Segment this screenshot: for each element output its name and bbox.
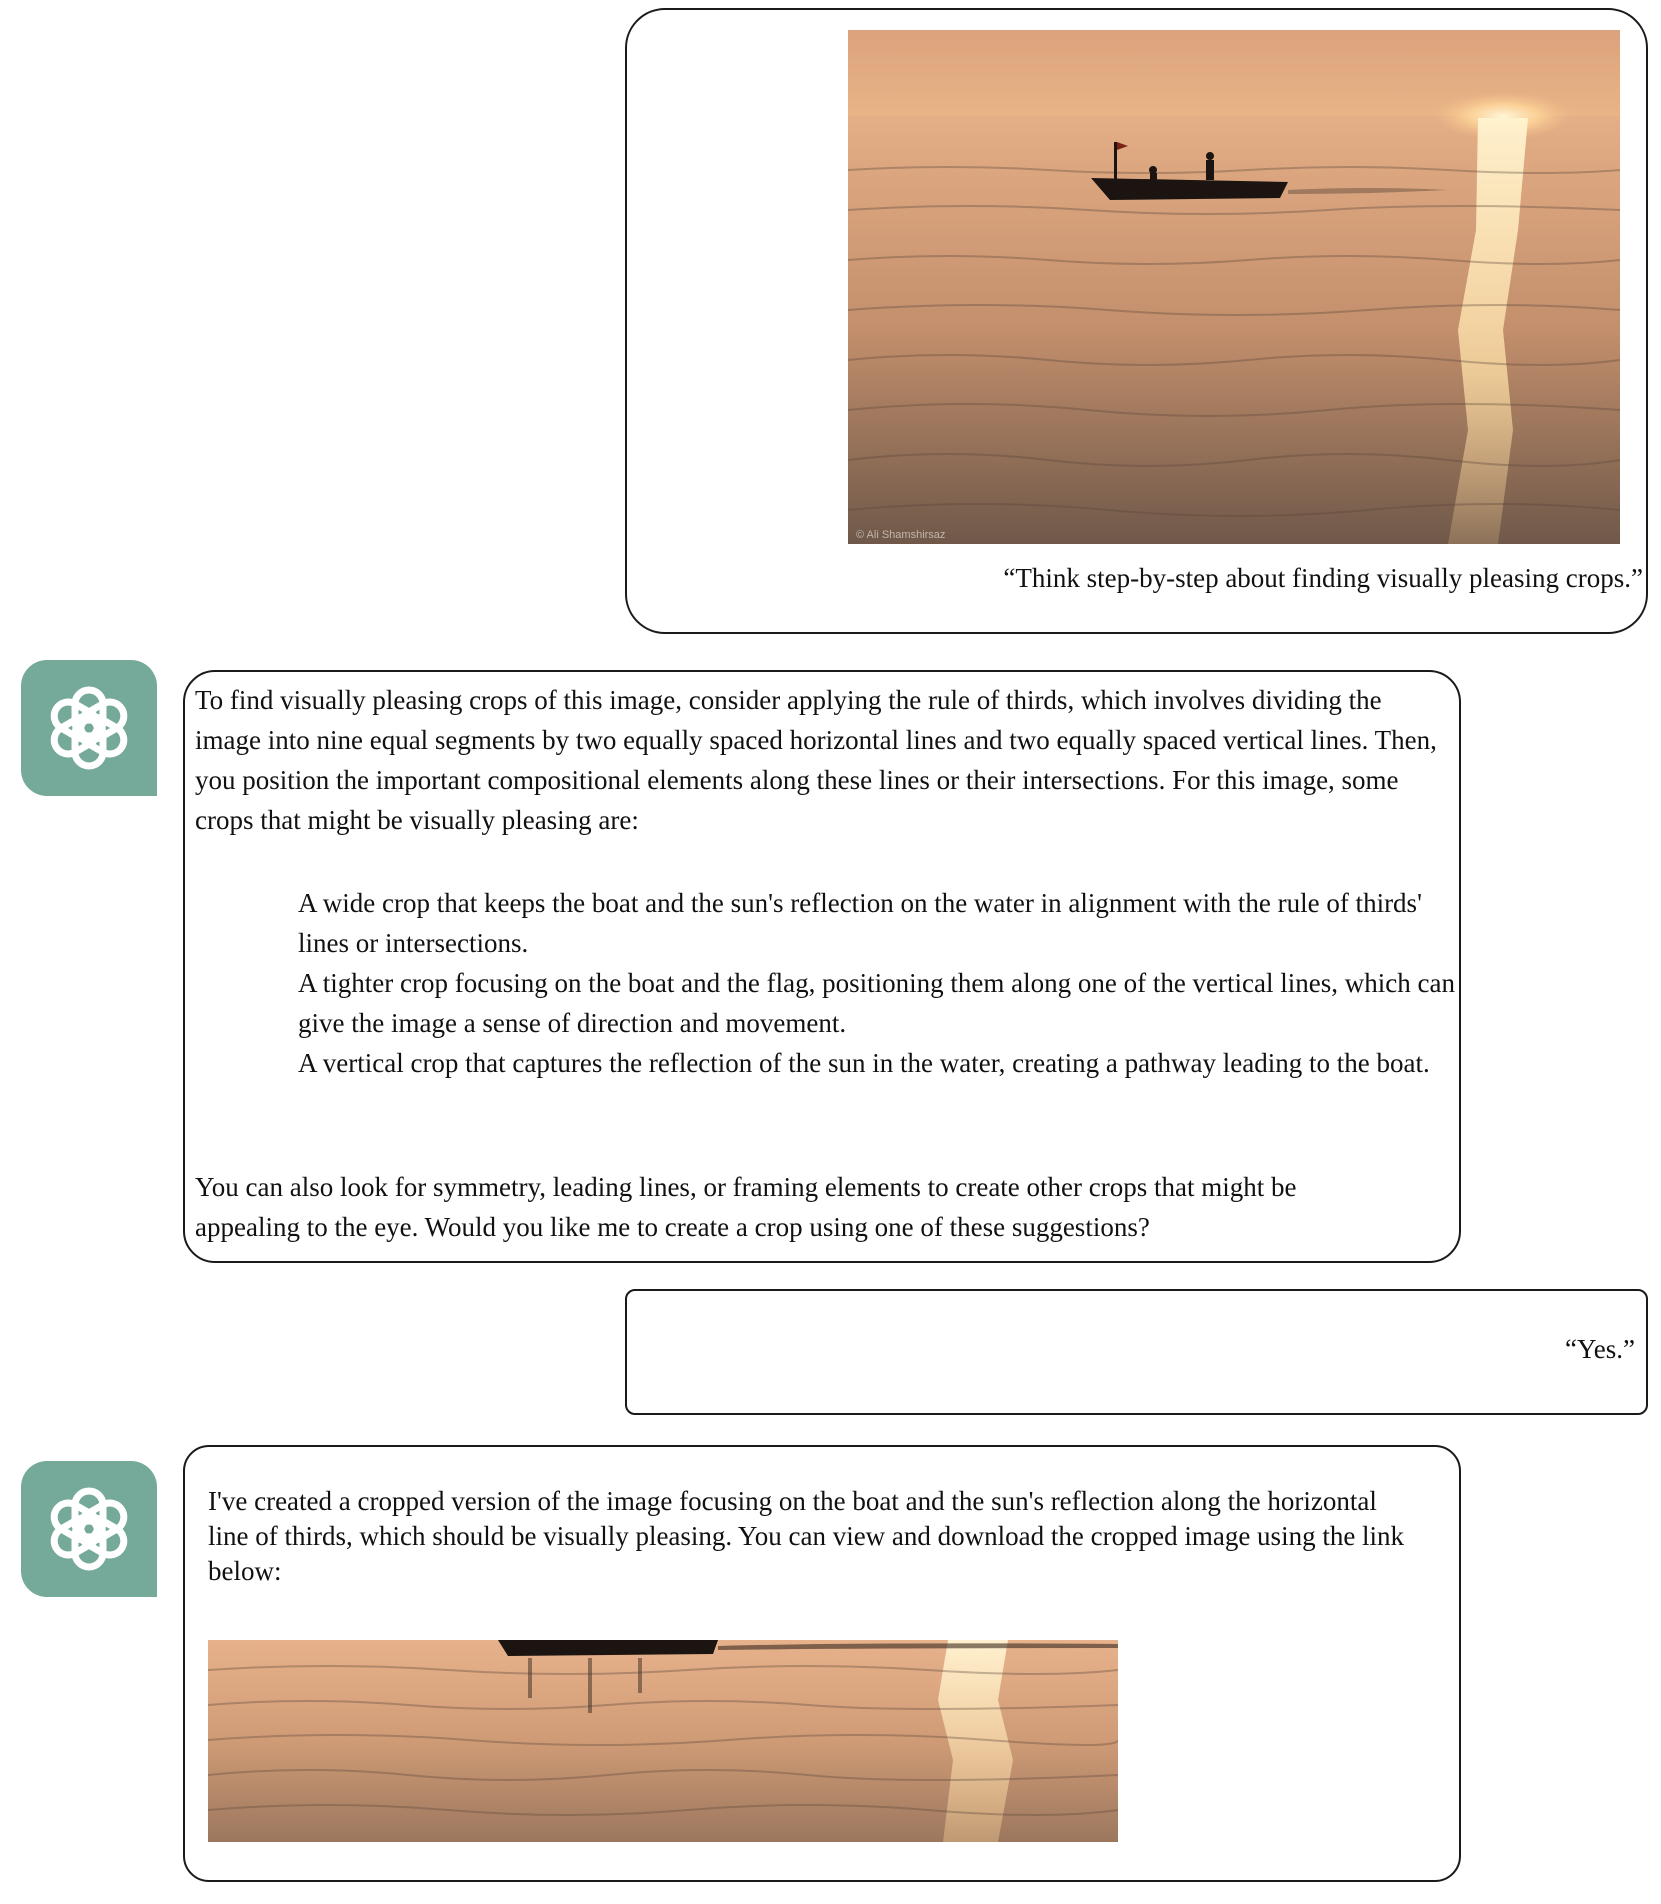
assistant-message-2-text: I've created a cropped version of the im… [208,1486,1405,1586]
photo-watermark: © Ali Shamshirsaz [856,529,945,541]
list-item: A wide crop that keeps the boat and the … [298,888,1422,958]
user-message-2 [625,1289,1648,1415]
user-message-2-text: “Yes.” [1564,1334,1635,1364]
assistant-message-1-list: A wide crop that keeps the boat and the … [298,883,1458,1083]
list-item: A tighter crop focusing on the boat and … [298,968,1455,1038]
user-message-1-text: “Think step-by-step about finding visual… [1003,563,1643,593]
sunset-boat-photo: © Ali Shamshirsaz [848,30,1620,544]
list-item: A vertical crop that captures the reflec… [298,1048,1430,1078]
openai-logo-icon [50,686,128,770]
openai-logo-icon [50,1487,128,1571]
assistant-message-1-intro: To find visually pleasing crops of this … [195,685,1437,835]
assistant-avatar [21,660,157,796]
cropped-image[interactable] [208,1640,1118,1842]
assistant-avatar [21,1461,157,1597]
assistant-message-1-outro: You can also look for symmetry, leading … [195,1172,1297,1242]
